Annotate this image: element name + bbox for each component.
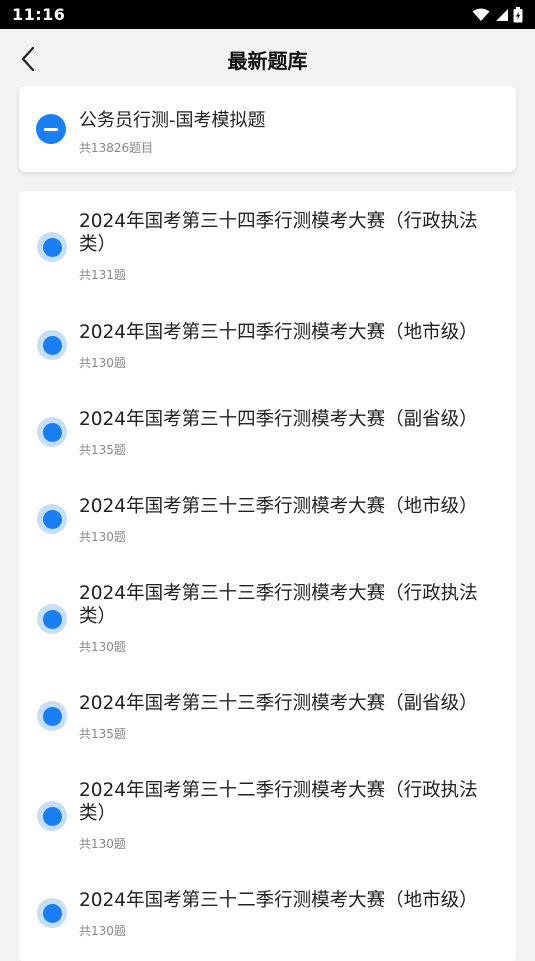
list-item[interactable]: 2024年国考第三十二季行测模考大赛（行政执法类） 共130题 — [19, 779, 516, 859]
item-title: 2024年国考第三十二季行测模考大赛（行政执法类） — [79, 780, 478, 824]
question-bank-card[interactable]: 公务员行测-国考模拟题 共13826题目 — [19, 86, 516, 172]
item-count: 共130题 — [79, 924, 126, 938]
dot-icon — [37, 330, 67, 360]
list-item[interactable]: 2024年国考第三十四季行测模考大赛（地市级） 共130题 — [19, 321, 516, 375]
exam-list: 2024年国考第三十四季行测模考大赛（行政执法类） 共131题 2024年国考第… — [19, 191, 516, 961]
status-icons — [472, 6, 523, 23]
list-item[interactable]: 2024年国考第三十四季行测模考大赛（行政执法类） 共131题 — [19, 210, 516, 290]
item-count: 共135题 — [79, 727, 126, 741]
item-title: 2024年国考第三十四季行测模考大赛（地市级） — [79, 322, 478, 343]
list-item[interactable]: 2024年国考第三十三季行测模考大赛（副省级） 共135题 — [19, 692, 516, 746]
list-item[interactable]: 2024年国考第三十四季行测模考大赛（副省级） 共135题 — [19, 408, 516, 462]
page-title: 最新题库 — [227, 49, 308, 73]
item-title: 2024年国考第三十三季行测模考大赛（副省级） — [79, 693, 478, 714]
item-title: 2024年国考第三十三季行测模考大赛（地市级） — [79, 496, 478, 517]
status-bar: 11:16 — [0, 0, 535, 29]
dot-icon — [37, 801, 67, 831]
item-count: 共130题 — [79, 356, 126, 370]
dot-icon — [37, 232, 67, 262]
item-count: 共130题 — [79, 640, 126, 654]
item-title: 2024年国考第三十三季行测模考大赛（行政执法类） — [79, 583, 478, 627]
list-item[interactable]: 2024年国考第三十三季行测模考大赛（行政执法类） 共130题 — [19, 582, 516, 662]
item-title: 2024年国考第三十四季行测模考大赛（副省级） — [79, 409, 478, 430]
bank-count: 共13826题目 — [79, 141, 154, 155]
bank-title: 公务员行测-国考模拟题 — [79, 110, 266, 131]
item-count: 共130题 — [79, 530, 126, 544]
dot-icon — [37, 417, 67, 447]
dot-icon — [37, 504, 67, 534]
minus-circle-icon[interactable] — [36, 114, 66, 144]
dot-icon — [37, 898, 67, 928]
status-time: 11:16 — [12, 5, 66, 24]
battery-icon — [513, 6, 523, 22]
wifi-icon — [472, 8, 490, 21]
item-count: 共131题 — [79, 268, 126, 282]
dot-icon — [37, 604, 67, 634]
item-title: 2024年国考第三十四季行测模考大赛（行政执法类） — [79, 211, 478, 255]
signal-icon — [496, 8, 508, 21]
dot-icon — [37, 701, 67, 731]
header: 最新题库 — [0, 29, 535, 85]
item-count: 共135题 — [79, 443, 126, 457]
list-item[interactable]: 2024年国考第三十三季行测模考大赛（地市级） 共130题 — [19, 495, 516, 549]
item-title: 2024年国考第三十二季行测模考大赛（地市级） — [79, 890, 478, 911]
item-count: 共130题 — [79, 837, 126, 851]
list-item[interactable]: 2024年国考第三十二季行测模考大赛（地市级） 共130题 — [19, 889, 516, 943]
